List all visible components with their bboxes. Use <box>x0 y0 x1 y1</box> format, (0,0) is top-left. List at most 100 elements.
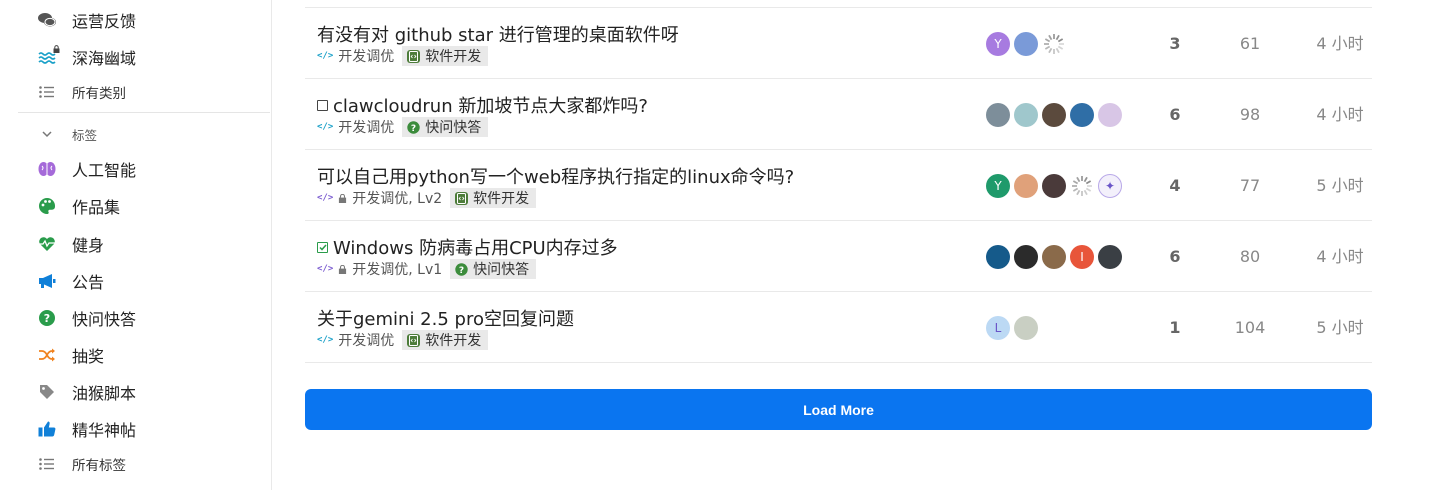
question-icon: ? <box>407 120 420 134</box>
topic-replies[interactable]: 1 <box>1135 316 1215 340</box>
topic-replies[interactable]: 6 <box>1135 103 1215 127</box>
sidebar-tag-portfolio[interactable]: 作品集 <box>38 192 120 220</box>
code-icon: </> <box>317 264 334 274</box>
topic-row[interactable]: clawcloudrun 新加坡节点大家都炸吗? </> 开发调优 ? 快问快答 … <box>305 79 1372 150</box>
sidebar-item-label: 运营反馈 <box>72 12 137 31</box>
avatar[interactable] <box>1014 103 1038 127</box>
topic-replies[interactable]: 4 <box>1135 174 1215 198</box>
svg-text:?: ? <box>459 266 464 276</box>
avatar[interactable]: ✦ <box>1098 174 1122 198</box>
avatar[interactable]: L <box>986 316 1010 340</box>
avatar-loading-icon[interactable] <box>1070 174 1094 198</box>
topic-row[interactable]: 有没有对 github star 进行管理的桌面软件呀 </> 开发调优 软件开… <box>305 8 1372 79</box>
sidebar-tag-fitness[interactable]: 健身 <box>38 230 104 258</box>
avatar-letter: Y <box>994 37 1002 51</box>
code-icon: </> <box>317 193 334 203</box>
topic-meta: </> 开发调优 软件开发 <box>317 330 489 350</box>
topic-title-link[interactable]: 可以自己用python写一个web程序执行指定的linux命令吗? <box>317 163 794 189</box>
topic-posters <box>986 103 1126 127</box>
topic-tag[interactable]: 软件开发 <box>402 330 489 350</box>
lock-icon <box>53 45 60 53</box>
topic-activity[interactable]: 5 小时 <box>1285 316 1395 340</box>
sidebar-item-label: 人工智能 <box>72 161 137 180</box>
topic-views: 61 <box>1239 34 1261 53</box>
topic-tag[interactable]: 软件开发 <box>450 188 537 208</box>
avatar[interactable] <box>1042 245 1066 269</box>
topic-tag-label: 快问快答 <box>473 262 530 278</box>
sidebar-tag-ai[interactable]: 人工智能 <box>38 155 136 183</box>
sidebar-tag-lottery[interactable]: 抽奖 <box>38 341 104 369</box>
topic-title: 有没有对 github star 进行管理的桌面软件呀 <box>317 25 679 46</box>
sidebar-item-label: 油猴脚本 <box>72 384 137 403</box>
topic-category[interactable]: 开发调优, Lv2 <box>352 188 442 208</box>
tag-icon <box>38 383 56 401</box>
topic-category[interactable]: 开发调优 <box>338 46 394 66</box>
avatar[interactable] <box>986 245 1010 269</box>
sidebar-item-feedback[interactable]: 运营反馈 <box>38 6 136 34</box>
svg-text:?: ? <box>44 312 50 325</box>
topic-row[interactable]: 关于gemini 2.5 pro空回复问题 </> 开发调优 软件开发 L 1 … <box>305 292 1372 363</box>
unchecked-box-icon <box>317 99 328 111</box>
tags-header-label: 标签 <box>72 127 98 143</box>
topic-tag[interactable]: ? 快问快答 <box>402 117 489 137</box>
avatar[interactable] <box>1042 174 1066 198</box>
software-dev-icon <box>407 49 421 63</box>
avatar[interactable] <box>1070 103 1094 127</box>
sidebar-item-label: 深海幽域 <box>72 49 137 68</box>
topic-views: 104 <box>1234 318 1266 337</box>
topic-activity[interactable]: 4 小时 <box>1285 245 1395 269</box>
topic-replies[interactable]: 6 <box>1135 245 1215 269</box>
topic-title-link[interactable]: clawcloudrun 新加坡节点大家都炸吗? <box>317 92 648 118</box>
avatar-letter: L <box>994 321 1002 335</box>
avatar[interactable] <box>1042 103 1066 127</box>
sidebar-item-label: 公告 <box>72 273 105 292</box>
avatar[interactable] <box>1014 174 1038 198</box>
avatar[interactable] <box>986 103 1010 127</box>
sidebar-tag-announcement[interactable]: 公告 <box>38 267 104 295</box>
topic-row[interactable]: Windows 防病毒占用CPU内存过多 </> 开发调优, Lv1 ? 快问快答… <box>305 221 1372 292</box>
sidebar-item-all-categories[interactable]: 所有类别 <box>38 78 126 106</box>
avatar-letter: Y <box>994 179 1002 193</box>
topic-posters: Y <box>986 32 1070 56</box>
avatar[interactable]: I <box>1070 245 1094 269</box>
topic-row[interactable]: 可以自己用python写一个web程序执行指定的linux命令吗? </> 开发… <box>305 150 1372 221</box>
avatar[interactable] <box>1014 32 1038 56</box>
topic-activity[interactable]: 4 小时 <box>1285 103 1395 127</box>
sidebar-item-label: 抽奖 <box>72 347 105 366</box>
list-icon <box>38 455 56 473</box>
sidebar-item-label: 作品集 <box>72 198 121 217</box>
sidebar-item-label: 精华神帖 <box>72 421 137 440</box>
avatar[interactable] <box>1098 103 1122 127</box>
topic-activity[interactable]: 5 小时 <box>1285 174 1395 198</box>
sidebar-tag-featured[interactable]: 精华神帖 <box>38 415 136 443</box>
sidebar: 运营反馈 深海幽域 所有类别 标签 人工智能 作品集 健身 公告 ? 快问快答 … <box>0 0 272 490</box>
sidebar-tag-quick-qa[interactable]: ? 快问快答 <box>38 304 136 332</box>
topic-posters: Y ✦ <box>986 174 1126 198</box>
topic-activity[interactable]: 4 小时 <box>1285 32 1395 56</box>
question-icon: ? <box>455 262 468 276</box>
topic-title-link[interactable]: 有没有对 github star 进行管理的桌面软件呀 <box>317 21 679 47</box>
avatar[interactable] <box>1098 245 1122 269</box>
topic-tag[interactable]: ? 快问快答 <box>450 259 537 279</box>
sidebar-tag-userscript[interactable]: 油猴脚本 <box>38 378 136 406</box>
tags-section-header[interactable]: 标签 <box>38 120 97 148</box>
topic-category[interactable]: 开发调优 <box>338 330 394 350</box>
topic-title-link[interactable]: Windows 防病毒占用CPU内存过多 <box>317 234 618 260</box>
avatar[interactable] <box>1014 316 1038 340</box>
load-more-button[interactable]: Load More <box>305 389 1372 430</box>
avatar-loading-icon[interactable] <box>1042 32 1066 56</box>
sidebar-item-all-tags[interactable]: 所有标签 <box>38 450 126 478</box>
avatar[interactable]: Y <box>986 32 1010 56</box>
topic-list-top-border <box>305 0 1372 8</box>
topic-title: Windows 防病毒占用CPU内存过多 <box>333 238 618 259</box>
shuffle-icon <box>38 346 56 364</box>
topic-category[interactable]: 开发调优 <box>338 117 394 137</box>
avatar[interactable] <box>1014 245 1038 269</box>
topic-replies[interactable]: 3 <box>1135 32 1215 56</box>
comments-icon <box>38 11 56 29</box>
avatar[interactable]: Y <box>986 174 1010 198</box>
topic-category[interactable]: 开发调优, Lv1 <box>352 259 442 279</box>
topic-tag[interactable]: 软件开发 <box>402 46 489 66</box>
sidebar-item-deep-sea[interactable]: 深海幽域 <box>38 43 136 71</box>
topic-title-link[interactable]: 关于gemini 2.5 pro空回复问题 <box>317 305 574 331</box>
